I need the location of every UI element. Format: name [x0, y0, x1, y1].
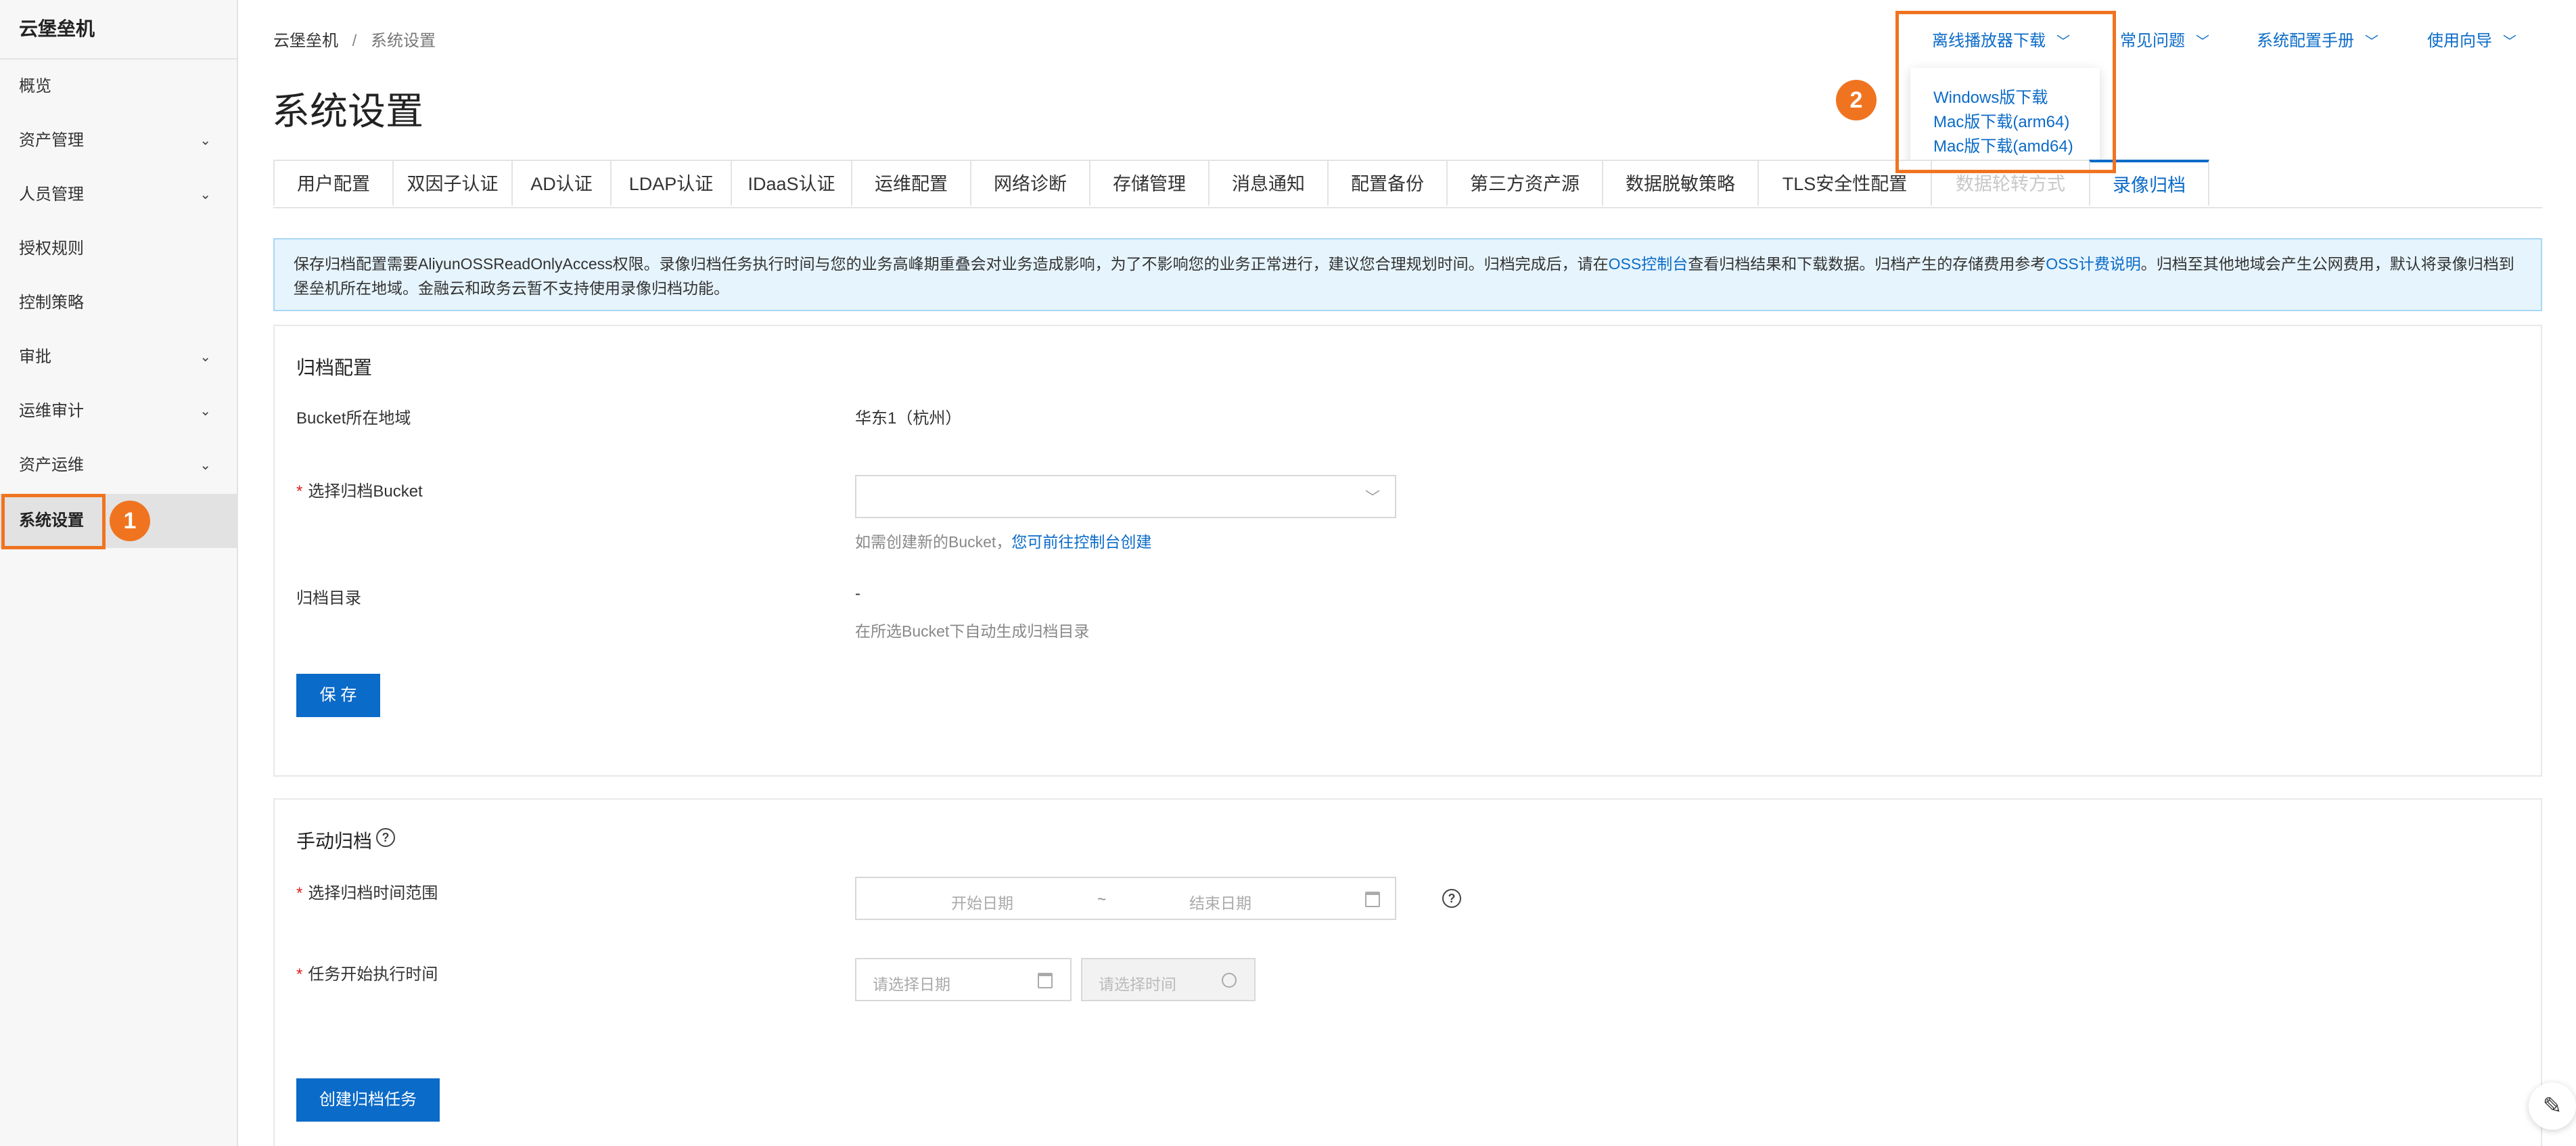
bucket-label: * 选择归档Bucket [296, 478, 423, 501]
tab-config-backup[interactable]: 配置备份 [1327, 160, 1448, 206]
calendar-icon [1365, 892, 1380, 907]
sidebar-item-label: 人员管理 [19, 185, 84, 204]
start-date-input[interactable]: 请选择日期 [855, 958, 1072, 1001]
tab-notifications[interactable]: 消息通知 [1208, 160, 1329, 206]
faq-link[interactable]: 常见问题 ﹀ [2120, 27, 2209, 51]
breadcrumb-current: 系统设置 [371, 32, 436, 50]
breadcrumb-root[interactable]: 云堡垒机 [273, 32, 338, 50]
brand-title: 云堡垒机 [0, 0, 237, 60]
start-time-label-text: 任务开始执行时间 [308, 965, 438, 984]
tab-idaas-auth[interactable]: IDaaS认证 [731, 160, 852, 206]
sidebar-item-authorization-rules[interactable]: 授权规则 [0, 222, 237, 276]
chevron-down-icon: ﹀ [2196, 35, 2209, 49]
manual-label: 系统配置手册 [2257, 32, 2354, 50]
create-archive-task-button[interactable]: 创建归档任务 [296, 1078, 440, 1122]
manual-archive-title: 手动归档 [296, 831, 373, 852]
date-range-picker[interactable]: 开始日期 ~ 结束日期 [855, 877, 1396, 920]
sidebar-item-ops-audit[interactable]: 运维审计 ⌄ [0, 384, 237, 438]
bucket-label-text: 选择归档Bucket [308, 482, 423, 501]
settings-tabs: 用户配置 双因子认证 AD认证 LDAP认证 IDaaS认证 运维配置 网络诊断… [273, 160, 2542, 208]
tab-ops-config[interactable]: 运维配置 [851, 160, 971, 206]
edit-icon[interactable]: ✎ [2529, 1082, 2576, 1130]
breadcrumb: 云堡垒机 / 系统设置 [273, 27, 436, 51]
sidebar-item-label: 控制策略 [19, 294, 84, 312]
sidebar-item-label: 资产运维 [19, 456, 84, 474]
chevron-down-icon: ﹀ [2503, 35, 2516, 49]
create-bucket-link[interactable]: 您可前往控制台创建 [1011, 533, 1151, 551]
dir-hint: 在所选Bucket下自动生成归档目录 [855, 622, 1090, 640]
tab-third-party-assets[interactable]: 第三方资产源 [1446, 160, 1603, 206]
chevron-down-icon: ⌄ [200, 187, 211, 202]
manual-archive-card: 手动归档 ? * 选择归档时间范围 开始日期 ~ 结束日期 ? * 任务开始执行时间… [273, 798, 2542, 1146]
archive-config-card: 归档配置 Bucket所在地域 华东1（杭州） * 选择归档Bucket ﹀ 如需… [273, 325, 2542, 777]
notice-text-2: 查看归档结果和下载数据。归档产生的存储费用参考 [1688, 255, 2046, 273]
sidebar-item-control-policies[interactable]: 控制策略 [0, 276, 237, 330]
bucket-hint-text: 如需创建新的Bucket， [855, 533, 1012, 551]
sidebar: 云堡垒机 概览 资产管理 ⌄ 人员管理 ⌄ 授权规则 控制策略 审批 ⌄ 运维审… [0, 0, 238, 1146]
calendar-icon [1038, 973, 1053, 988]
sidebar-item-user-management[interactable]: 人员管理 ⌄ [0, 168, 237, 222]
required-mark: * [296, 965, 303, 984]
main-content: 云堡垒机 / 系统设置 系统设置 离线播放器下载 ﹀ 常见问题 ﹀ 系统配置手册 ﹀ … [238, 0, 2576, 1146]
bucket-hint: 如需创建新的Bucket，您可前往控制台创建 [855, 529, 1151, 552]
dir-label: 归档目录 [296, 589, 361, 608]
start-date-placeholder: 开始日期 [951, 894, 1013, 912]
sidebar-item-label: 审批 [19, 348, 51, 366]
save-button[interactable]: 保 存 [296, 674, 380, 717]
range-label: * 选择归档时间范围 [296, 879, 438, 903]
guide-label: 使用向导 [2427, 32, 2492, 50]
oss-billing-link[interactable]: OSS计费说明 [2046, 255, 2141, 273]
chevron-down-icon: ⌄ [200, 458, 211, 473]
region-label: Bucket所在地域 [296, 409, 411, 428]
sidebar-item-label: 概览 [19, 77, 51, 95]
page-title: 系统设置 [272, 90, 423, 133]
start-time-input[interactable]: 请选择时间 [1081, 958, 1256, 1001]
tab-two-factor[interactable]: 双因子认证 [392, 160, 513, 206]
manual-link[interactable]: 系统配置手册 ﹀ [2257, 27, 2378, 51]
end-date-placeholder: 结束日期 [1189, 894, 1251, 912]
sidebar-item-overview[interactable]: 概览 [0, 60, 237, 114]
chevron-down-icon: ﹀ [1364, 489, 1380, 506]
sidebar-item-asset-ops[interactable]: 资产运维 ⌄ [0, 438, 237, 492]
tab-data-masking[interactable]: 数据脱敏策略 [1602, 160, 1759, 206]
clock-icon [1222, 973, 1237, 988]
chevron-down-icon: ⌄ [200, 350, 211, 365]
required-mark: * [296, 884, 303, 902]
tab-user-config[interactable]: 用户配置 [273, 160, 394, 206]
chevron-down-icon: ﹀ [2365, 35, 2378, 49]
archive-config-title: 归档配置 [296, 357, 373, 378]
step-badge-1: 1 [110, 501, 150, 541]
sidebar-item-label: 授权规则 [19, 239, 84, 258]
tab-ad-auth[interactable]: AD认证 [511, 160, 612, 206]
help-icon[interactable]: ? [376, 828, 395, 847]
breadcrumb-separator: / [352, 32, 357, 50]
range-separator: ~ [1097, 890, 1107, 908]
date-placeholder: 请选择日期 [873, 976, 950, 993]
sidebar-item-asset-management[interactable]: 资产管理 ⌄ [0, 114, 237, 168]
range-label-text: 选择归档时间范围 [308, 884, 438, 902]
highlight-box-2 [1895, 11, 2116, 173]
faq-label: 常见问题 [2120, 32, 2185, 50]
sidebar-item-label: 资产管理 [19, 131, 84, 150]
highlight-box-1 [1, 494, 106, 549]
chevron-down-icon: ⌄ [200, 404, 211, 419]
required-mark: * [296, 482, 303, 501]
help-icon[interactable]: ? [1442, 889, 1461, 908]
tab-ldap-auth[interactable]: LDAP认证 [610, 160, 732, 206]
step-badge-2: 2 [1836, 80, 1877, 120]
oss-console-link[interactable]: OSS控制台 [1609, 255, 1688, 273]
time-placeholder: 请选择时间 [1099, 976, 1176, 993]
bucket-select[interactable]: ﹀ [855, 475, 1396, 518]
guide-link[interactable]: 使用向导 ﹀ [2427, 27, 2516, 51]
tab-storage[interactable]: 存储管理 [1089, 160, 1210, 206]
start-time-label: * 任务开始执行时间 [296, 961, 438, 984]
region-value: 华东1（杭州） [855, 409, 962, 428]
sidebar-item-approval[interactable]: 审批 ⌄ [0, 330, 237, 384]
info-notice: 保存归档配置需要AliyunOSSReadOnlyAccess权限。录像归档任务… [273, 238, 2542, 311]
dir-value: - [855, 585, 860, 603]
chevron-down-icon: ⌄ [200, 133, 211, 148]
tab-network-diagnosis[interactable]: 网络诊断 [970, 160, 1090, 206]
notice-text-1: 保存归档配置需要AliyunOSSReadOnlyAccess权限。录像归档任务… [294, 255, 1609, 273]
sidebar-item-label: 运维审计 [19, 402, 84, 420]
